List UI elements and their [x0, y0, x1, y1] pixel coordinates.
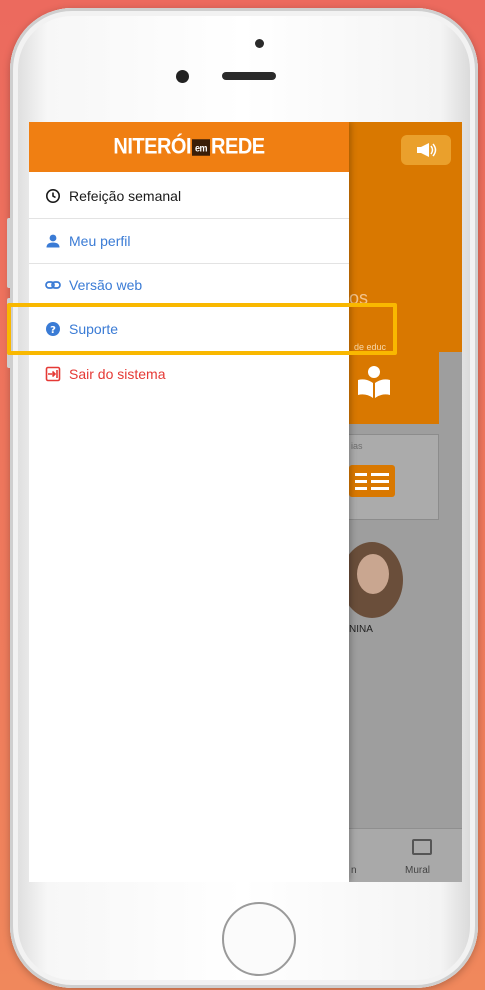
news-card[interactable]: ias [344, 434, 439, 520]
logo-rede: REDE [211, 134, 265, 159]
volume-up-button [7, 218, 12, 288]
list-icon [349, 465, 395, 497]
menu-item-label: Meu perfil [69, 233, 131, 249]
earpiece-speaker [222, 72, 276, 80]
menu-item-sair-do-sistema[interactable]: Sair do sistema [29, 352, 349, 396]
logo-niteroi: NITERÓI [113, 134, 192, 159]
clock-icon [45, 188, 61, 204]
front-camera [176, 70, 189, 83]
avatar[interactable] [341, 542, 403, 618]
suporte-highlight-box [7, 303, 397, 355]
announcements-button[interactable] [401, 135, 451, 165]
mural-icon[interactable] [412, 839, 432, 855]
bottom-nav-mural-label[interactable]: Mural [405, 865, 430, 876]
bottom-nav-left-label[interactable]: n [351, 865, 357, 876]
megaphone-icon [417, 143, 437, 157]
logout-icon [45, 366, 61, 382]
menu-item-versao-web[interactable]: Versão web [29, 263, 349, 307]
app-screen: os de educ ias NINA n Mural NITERÓI em R… [29, 122, 462, 882]
drawer-header: NITERÓI em REDE [29, 122, 349, 172]
home-button[interactable] [222, 902, 296, 976]
news-card-label: ias [351, 441, 363, 451]
menu-item-refeicao-semanal[interactable]: Refeição semanal [29, 174, 349, 218]
proximity-sensor [255, 39, 264, 48]
link-icon [45, 277, 61, 293]
logo-em: em [192, 138, 211, 156]
navigation-drawer: NITERÓI em REDE Refeição semanal Meu per… [29, 122, 349, 882]
book-reader-icon [358, 366, 390, 398]
menu-item-label: Versão web [69, 277, 143, 293]
menu-item-meu-perfil[interactable]: Meu perfil [29, 219, 349, 263]
avatar-name: NINA [349, 624, 373, 635]
person-icon [45, 233, 61, 249]
menu-item-label: Refeição semanal [69, 188, 182, 204]
menu-item-label: Sair do sistema [69, 366, 166, 382]
app-logo: NITERÓI em REDE [113, 134, 265, 159]
